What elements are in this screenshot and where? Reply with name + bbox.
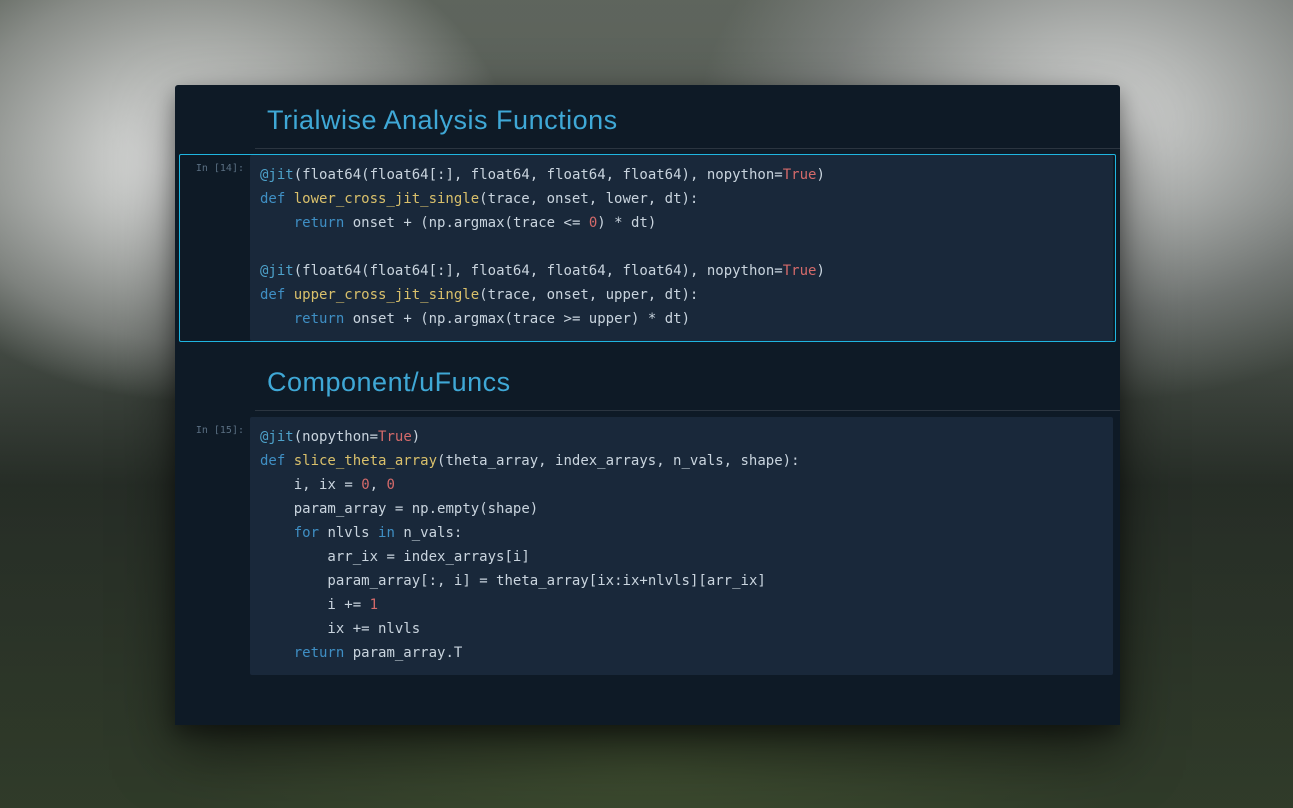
code-editor[interactable]: @jit(nopython=True) def slice_theta_arra…	[250, 417, 1113, 675]
code-editor[interactable]: @jit(float64(float64[:], float64, float6…	[250, 155, 1113, 341]
section-heading: Trialwise Analysis Functions	[267, 105, 1108, 136]
heading-rule	[255, 410, 1120, 411]
heading-rule	[255, 148, 1120, 149]
code-cell-15[interactable]: In [15]: @jit(nopython=True) def slice_t…	[175, 416, 1120, 676]
section-heading: Component/uFuncs	[267, 367, 1108, 398]
input-prompt: In [14]:	[180, 155, 250, 341]
notebook-window: Trialwise Analysis Functions In [14]: @j…	[175, 85, 1120, 725]
markdown-cell-heading-1[interactable]: Trialwise Analysis Functions	[255, 85, 1120, 148]
notebook-container[interactable]: Trialwise Analysis Functions In [14]: @j…	[175, 85, 1120, 725]
input-prompt: In [15]:	[176, 417, 250, 675]
code-cell-14[interactable]: In [14]: @jit(float64(float64[:], float6…	[179, 154, 1116, 342]
markdown-cell-heading-2[interactable]: Component/uFuncs	[255, 347, 1120, 410]
